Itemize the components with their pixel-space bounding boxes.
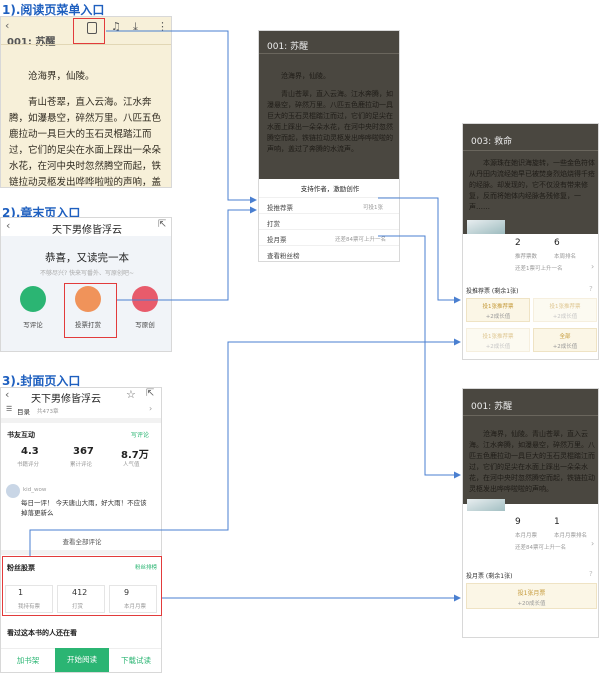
- arrow-chapter-end-to-menu: [117, 206, 257, 301]
- arrow-monthly-row: [378, 235, 461, 479]
- arrow-fans-to-top: [29, 338, 461, 556]
- connector-arrows: [29, 30, 461, 602]
- arrow-recommend-row: [378, 197, 461, 304]
- arrow-reading-to-menu: [106, 30, 257, 204]
